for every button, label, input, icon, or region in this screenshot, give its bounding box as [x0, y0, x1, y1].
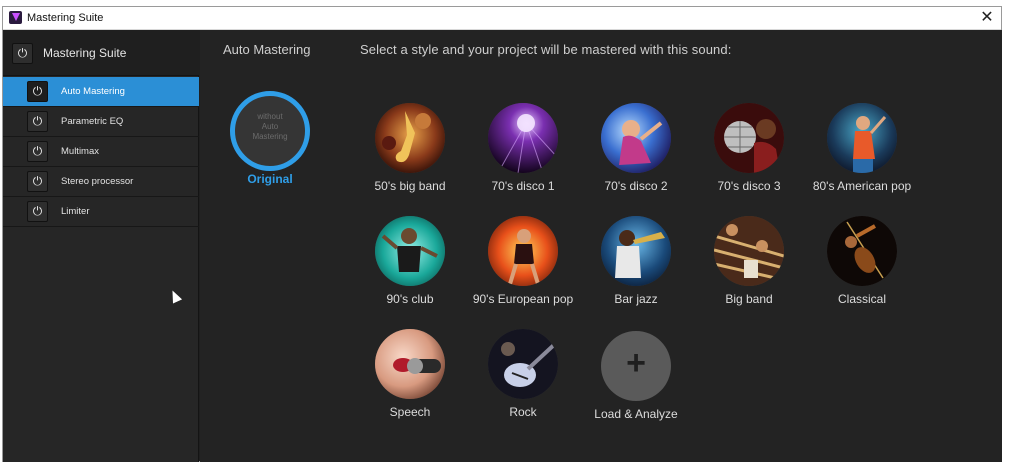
sidebar-item-limiter[interactable]: ⏻ Limiter — [3, 197, 199, 227]
sidebar: ⏻ Mastering Suite ⏻ Auto Mastering ⏻ Par… — [3, 30, 199, 462]
style-label: Speech — [389, 405, 431, 419]
sidebar-item-label: Multimax — [61, 146, 100, 157]
style-big-band[interactable]: Big band — [689, 216, 809, 316]
style-70s-disco-2[interactable]: 70's disco 2 — [576, 103, 696, 203]
sidebar-item-stereo-processor[interactable]: ⏻ Stereo processor — [3, 167, 199, 197]
style-90s-club[interactable]: 90's club — [350, 216, 470, 316]
original-inner-line: Auto — [261, 122, 279, 131]
sidebar-item-multimax[interactable]: ⏻ Multimax — [3, 137, 199, 167]
original-inner-line: without — [257, 112, 283, 121]
title-bar: Mastering Suite ✕ — [3, 7, 1001, 30]
sidebar-item-parametric-eq[interactable]: ⏻ Parametric EQ — [3, 107, 199, 137]
style-90s-european-pop[interactable]: 90's European pop — [463, 216, 583, 316]
style-label: Bar jazz — [614, 292, 658, 306]
style-label: 80's American pop — [812, 179, 912, 193]
mastering-suite-window: Mastering Suite ✕ ⏻ Mastering Suite ⏻ Au… — [2, 6, 1002, 462]
mouse-cursor-icon — [167, 288, 183, 304]
disco-ball-image-icon — [714, 103, 784, 173]
microphone-image-icon — [375, 329, 445, 399]
style-label: 90's European pop — [472, 292, 574, 306]
window-title: Mastering Suite — [27, 12, 104, 24]
original-button[interactable]: without Auto Mastering — [230, 91, 310, 171]
load-analyze-label: Load & Analyze — [594, 407, 678, 421]
style-label: 70's disco 3 — [717, 179, 781, 193]
sidebar-item-label: Limiter — [61, 206, 90, 217]
sidebar-item-label: Auto Mastering — [61, 86, 125, 97]
style-label: Rock — [509, 405, 537, 419]
club-dancer-image-icon — [375, 216, 445, 286]
brass-section-image-icon — [714, 216, 784, 286]
sidebar-header: ⏻ Mastering Suite — [3, 30, 199, 76]
style-bar-jazz[interactable]: Bar jazz — [576, 216, 696, 316]
close-button[interactable]: ✕ — [973, 7, 1001, 30]
style-rock[interactable]: Rock — [463, 329, 583, 429]
power-icon[interactable]: ⏻ — [27, 111, 48, 132]
auto-mastering-panel: Auto Mastering Select a style and your p… — [200, 30, 1002, 462]
style-label: 90's club — [386, 292, 434, 306]
original-inner-line: Mastering — [252, 132, 288, 141]
sidebar-item-label: Stereo processor — [61, 176, 134, 187]
style-70s-disco-3[interactable]: 70's disco 3 — [689, 103, 809, 203]
load-analyze-button[interactable]: + Load & Analyze — [576, 331, 696, 431]
app-logo-icon — [9, 11, 22, 24]
style-label: Big band — [725, 292, 773, 306]
saxophone-image-icon — [375, 103, 445, 173]
disco-lights-image-icon — [488, 103, 558, 173]
fire-dancer-image-icon — [488, 216, 558, 286]
style-50s-big-band[interactable]: 50's big band — [350, 103, 470, 203]
style-70s-disco-1[interactable]: 70's disco 1 — [463, 103, 583, 203]
style-label: 50's big band — [374, 179, 446, 193]
panel-heading: Auto Mastering — [223, 42, 311, 57]
power-icon[interactable]: ⏻ — [27, 171, 48, 192]
style-80s-american-pop[interactable]: 80's American pop — [802, 103, 922, 203]
instruction-text: Select a style and your project will be … — [360, 42, 732, 57]
load-analyze-circle[interactable]: + — [601, 331, 671, 401]
power-icon[interactable]: ⏻ — [27, 201, 48, 222]
style-classical[interactable]: Classical — [802, 216, 922, 316]
disco-dancer-image-icon — [601, 103, 671, 173]
power-icon[interactable]: ⏻ — [12, 43, 33, 64]
style-speech[interactable]: Speech — [350, 329, 470, 429]
power-icon[interactable]: ⏻ — [27, 81, 48, 102]
power-icon[interactable]: ⏻ — [27, 141, 48, 162]
style-label: 70's disco 2 — [604, 179, 668, 193]
trumpet-image-icon — [601, 216, 671, 286]
style-label: Classical — [837, 292, 886, 306]
original-label[interactable]: Original — [230, 172, 310, 186]
pop-singer-image-icon — [827, 103, 897, 173]
sidebar-item-auto-mastering[interactable]: ⏻ Auto Mastering — [3, 77, 199, 107]
original-inner-text: without Auto Mastering — [243, 112, 297, 142]
sidebar-header-label: Mastering Suite — [43, 46, 127, 60]
electric-guitar-image-icon — [488, 329, 558, 399]
violin-image-icon — [827, 216, 897, 286]
plus-icon: + — [626, 344, 646, 382]
style-label: 70's disco 1 — [491, 179, 555, 193]
sidebar-item-label: Parametric EQ — [61, 116, 124, 127]
